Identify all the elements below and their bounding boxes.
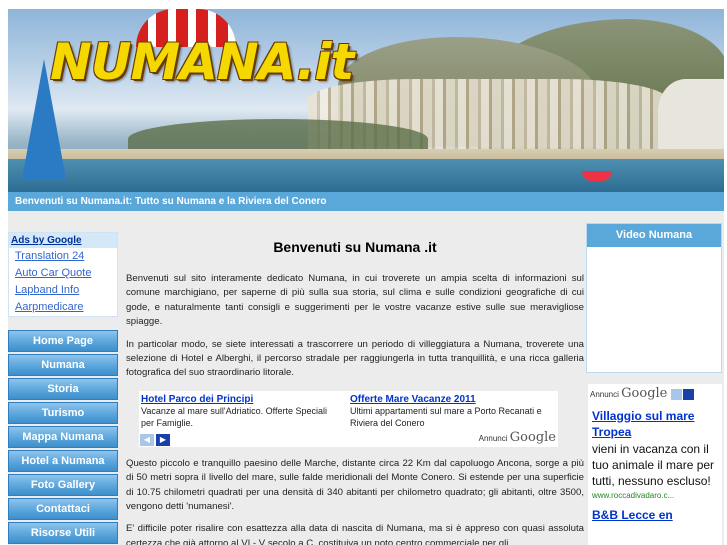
ad-description: Ultimi appartamenti sul mare a Porto Rec… <box>350 405 542 428</box>
menu-foto-gallery[interactable]: Foto Gallery <box>8 474 118 496</box>
ad-link[interactable]: Translation 24 <box>9 248 117 265</box>
ad-link[interactable]: Aarpmedicare <box>9 299 117 316</box>
next-arrow-icon[interactable] <box>682 389 694 401</box>
ads-title[interactable]: Ads by Google <box>9 233 117 248</box>
adsense-unit: Hotel Parco dei Principi Vacanze al mare… <box>139 390 558 447</box>
menu-turismo[interactable]: Turismo <box>8 402 118 424</box>
ad-title[interactable]: Offerte Mare Vacanze 2011 <box>350 394 550 405</box>
page: NUMANA.it Benvenuti su Numana.it: Tutto … <box>8 9 724 545</box>
menu-risorse-utili[interactable]: Risorse Utili <box>8 522 118 544</box>
cliff <box>658 79 724 159</box>
ad-title[interactable]: B&B Lecce en <box>588 501 722 523</box>
main-menu: Home Page Numana Storia Turismo Mappa Nu… <box>8 330 118 544</box>
header-banner: NUMANA.it <box>8 9 724 192</box>
menu-numana[interactable]: Numana <box>8 354 118 376</box>
prev-arrow-icon[interactable] <box>670 389 682 401</box>
ad-title[interactable]: Hotel Parco dei Principi <box>141 394 341 405</box>
left-sidebar: Ads by Google Translation 24 Auto Car Qu… <box>8 232 118 545</box>
intro-paragraph: Benvenuti sul sito interamente dedicato … <box>126 273 584 328</box>
prev-arrow-icon[interactable]: ◀ <box>140 433 154 446</box>
ad-url[interactable]: www.roccadivadaro.c... <box>588 490 722 501</box>
ad-nav: ◀ ▶ <box>140 429 172 447</box>
google-logo: Google <box>621 386 668 401</box>
next-arrow-icon[interactable]: ▶ <box>156 433 170 446</box>
annunci-text[interactable]: Annunci <box>590 390 619 399</box>
page-title: Benvenuti su Numana .it <box>273 239 437 255</box>
site-logo[interactable]: NUMANA.it <box>50 33 354 91</box>
video-box: Video Numana <box>586 223 722 373</box>
ad-item: Hotel Parco dei Principi Vacanze al mare… <box>141 394 341 429</box>
ad-title[interactable]: Villaggio sul mare Tropea <box>588 402 722 440</box>
ad-link[interactable]: Auto Car Quote <box>9 265 117 282</box>
right-ads: Annunci Google Villaggio sul mare Tropea… <box>588 384 722 545</box>
sea <box>8 159 724 192</box>
ad-description: vieni in vacanza con il tuo animale il m… <box>592 442 715 488</box>
right-ads-header: Annunci Google <box>588 386 722 402</box>
annunci-text: Annunci <box>478 433 508 443</box>
google-ads-box: Ads by Google Translation 24 Auto Car Qu… <box>8 232 118 317</box>
menu-mappa-numana[interactable]: Mappa Numana <box>8 426 118 448</box>
video-title: Video Numana <box>587 224 721 247</box>
menu-hotel-a-numana[interactable]: Hotel a Numana <box>8 450 118 472</box>
main-content: Benvenuti su Numana .it Benvenuti sul si… <box>126 225 584 545</box>
ad-description: Vacanze al mare sull'Adriatico. Offerte … <box>141 405 327 428</box>
annunci-google-label[interactable]: Annunci Google <box>479 430 556 445</box>
ad-link[interactable]: Lapband Info <box>9 282 117 299</box>
paragraph: Questo piccolo e tranquillo paesino dell… <box>126 457 584 513</box>
menu-contattaci[interactable]: Contattaci <box>8 498 118 520</box>
google-logo: Google <box>509 429 556 445</box>
paragraph: E' difficile poter risalire con esattezz… <box>126 523 584 545</box>
menu-storia[interactable]: Storia <box>8 378 118 400</box>
tagline-bar: Benvenuti su Numana.it: Tutto su Numana … <box>8 192 724 211</box>
paragraph: In particolar modo, se siete interessati… <box>126 338 584 379</box>
menu-home-page[interactable]: Home Page <box>8 330 118 352</box>
ad-item: Offerte Mare Vacanze 2011 Ultimi apparta… <box>350 394 550 429</box>
